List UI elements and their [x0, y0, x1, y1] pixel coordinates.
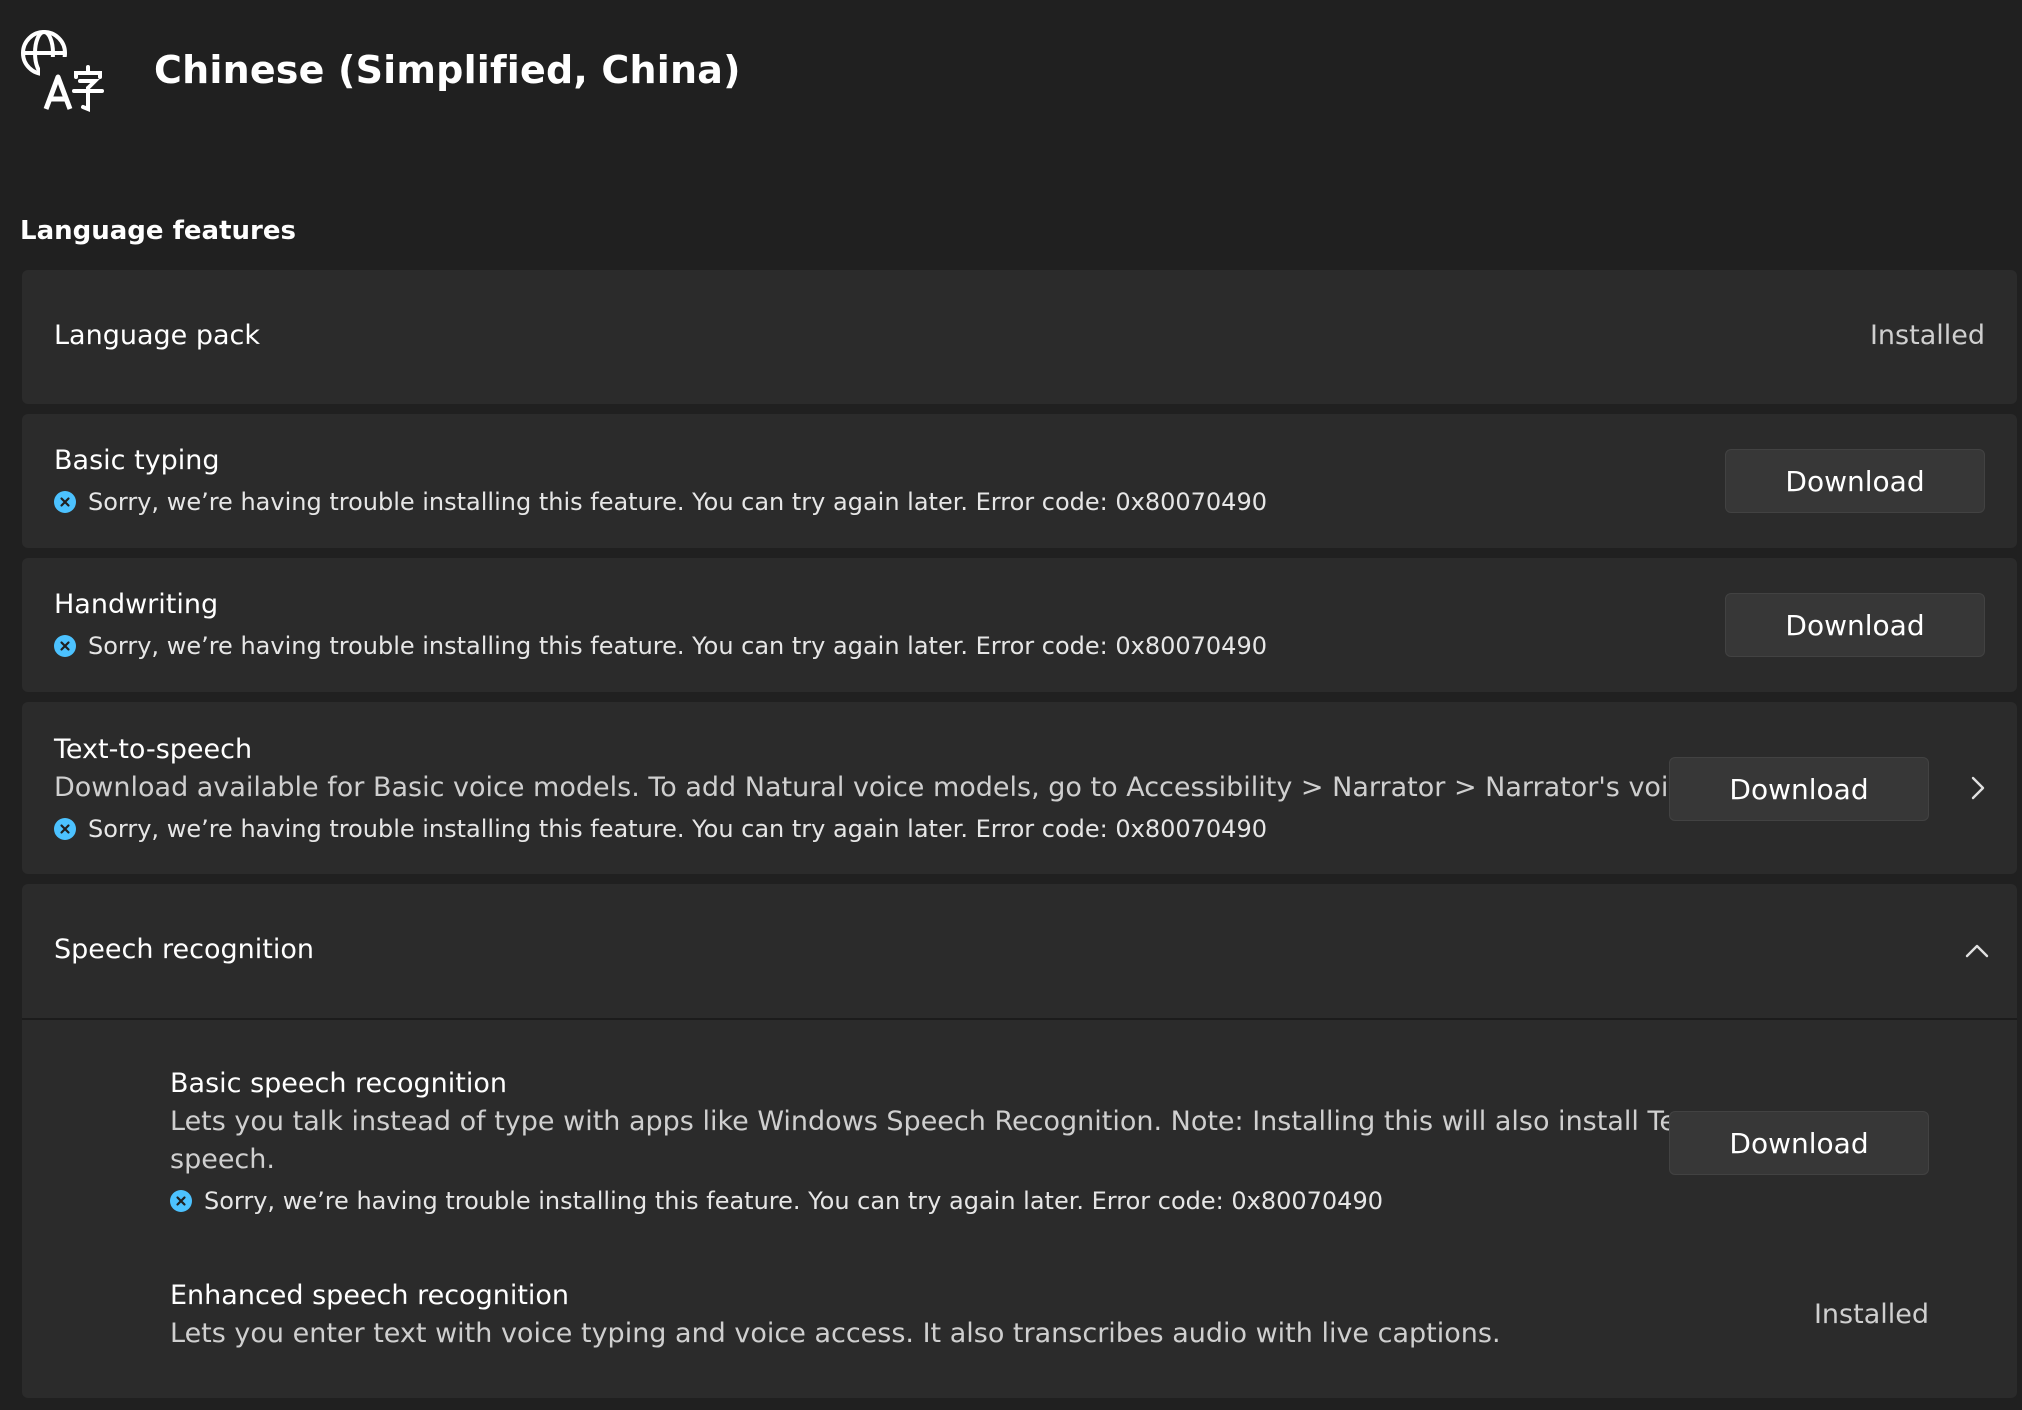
- enhanced-speech-description: Lets you enter text with voice typing an…: [170, 1318, 1501, 1349]
- chevron-up-icon[interactable]: [1962, 936, 1992, 966]
- page-title: Chinese (Simplified, China): [154, 48, 741, 92]
- handwriting-card: Handwriting Sorry, we’re having trouble …: [22, 558, 2017, 692]
- language-pack-title: Language pack: [54, 320, 260, 351]
- basic-speech-error: Sorry, we’re having trouble installing t…: [170, 1187, 1383, 1215]
- basic-speech-description-line1: Lets you talk instead of type with apps …: [170, 1106, 1750, 1137]
- error-icon: [54, 491, 76, 513]
- tts-title: Text-to-speech: [54, 734, 253, 765]
- tts-description: Download available for Basic voice model…: [54, 772, 1700, 803]
- tts-download-button[interactable]: Download: [1669, 757, 1929, 821]
- error-icon: [54, 818, 76, 840]
- error-message: Sorry, we’re having trouble installing t…: [88, 632, 1267, 660]
- basic-typing-error: Sorry, we’re having trouble installing t…: [54, 488, 1267, 516]
- basic-speech-description-line2: speech.: [170, 1144, 275, 1175]
- language-options-page: Chinese (Simplified, China) Language fea…: [0, 0, 2022, 1410]
- language-icon: [21, 30, 104, 113]
- handwriting-download-button[interactable]: Download: [1725, 593, 1985, 657]
- basic-speech-title: Basic speech recognition: [170, 1068, 507, 1099]
- error-icon: [54, 635, 76, 657]
- chevron-right-icon[interactable]: [1962, 773, 1992, 803]
- language-pack-status: Installed: [1869, 320, 1985, 351]
- language-pack-card: Language pack Installed: [22, 270, 2017, 404]
- error-message: Sorry, we’re having trouble installing t…: [88, 815, 1267, 843]
- error-message: Sorry, we’re having trouble installing t…: [204, 1187, 1383, 1215]
- basic-typing-title: Basic typing: [54, 445, 220, 476]
- basic-typing-download-button[interactable]: Download: [1725, 449, 1985, 513]
- basic-speech-download-button[interactable]: Download: [1669, 1111, 1929, 1175]
- tts-error: Sorry, we’re having trouble installing t…: [54, 815, 1267, 843]
- basic-typing-card: Basic typing Sorry, we’re having trouble…: [22, 414, 2017, 548]
- handwriting-error: Sorry, we’re having trouble installing t…: [54, 632, 1267, 660]
- speech-recognition-card[interactable]: Speech recognition: [22, 884, 2017, 1018]
- error-message: Sorry, we’re having trouble installing t…: [88, 488, 1267, 516]
- enhanced-speech-title: Enhanced speech recognition: [170, 1280, 570, 1311]
- error-icon: [170, 1190, 192, 1212]
- section-title: Language features: [20, 216, 296, 246]
- handwriting-title: Handwriting: [54, 589, 219, 620]
- speech-recognition-options: Basic speech recognition Lets you talk i…: [22, 1020, 2017, 1398]
- page-header: Chinese (Simplified, China): [18, 20, 741, 120]
- speech-recognition-title: Speech recognition: [54, 934, 314, 965]
- enhanced-speech-status: Installed: [1813, 1299, 1929, 1330]
- tts-card[interactable]: Text-to-speech Download available for Ba…: [22, 702, 2017, 874]
